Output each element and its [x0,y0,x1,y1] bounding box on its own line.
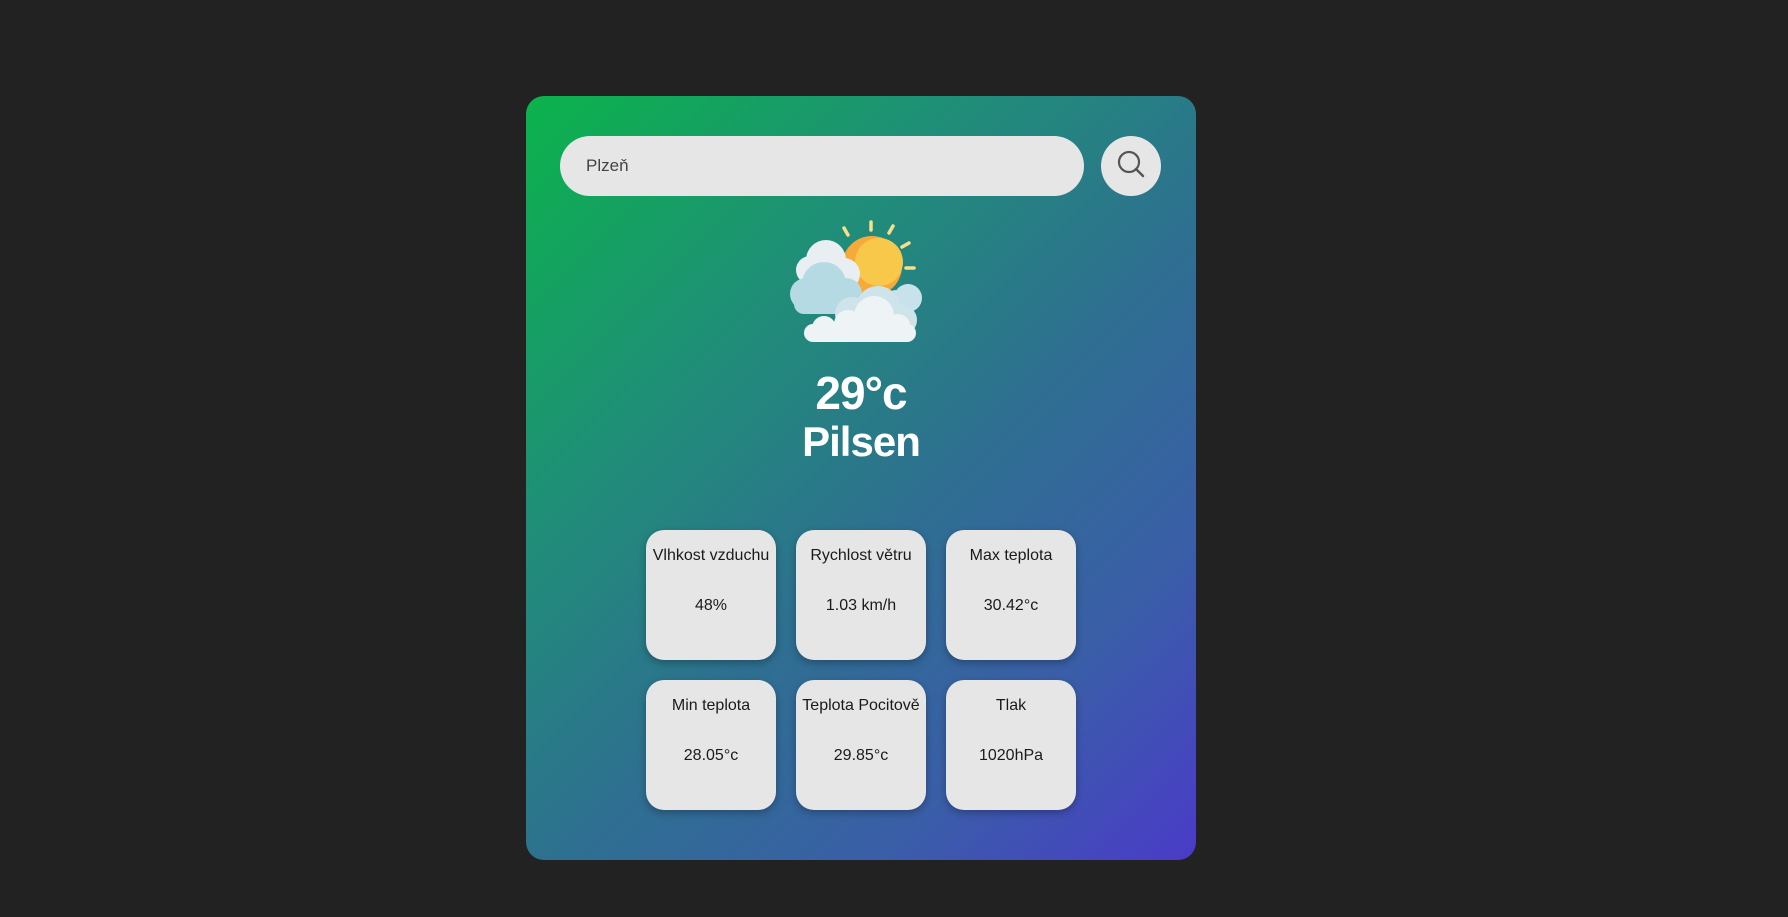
tile-label: Vlhkost vzduchu [652,547,770,564]
partly-cloudy-sun-icon [790,220,932,344]
tile-value: 28.05°c [683,747,739,764]
tile-value: 1020hPa [978,747,1044,764]
weather-card: 29°c Pilsen Vlhkost vzduchu 48% Rychlost… [526,96,1196,860]
city-name: Pilsen [802,418,921,465]
tile-wind-speed: Rychlost větru 1.03 km/h [796,530,926,660]
tile-min-temp: Min teplota 28.05°c [646,680,776,810]
search-icon [1116,149,1146,184]
tile-max-temp: Max teplota 30.42°c [946,530,1076,660]
tile-value: 30.42°c [983,597,1039,614]
tile-label: Tlak [995,697,1027,714]
tile-label: Min teplota [671,697,751,714]
temperature-display: 29°c [815,367,907,419]
tile-value: 29.85°c [833,747,889,764]
tile-value: 1.03 km/h [825,597,897,614]
tile-label: Teplota Pocitově [802,697,920,714]
tile-pressure: Tlak 1020hPa [946,680,1076,810]
tile-feels-like: Teplota Pocitově 29.85°c [796,680,926,810]
tile-label: Max teplota [969,547,1053,564]
search-button[interactable] [1101,136,1161,196]
tile-value: 48% [694,597,728,614]
search-input[interactable] [560,136,1084,196]
tile-label: Rychlost větru [810,547,912,564]
tile-humidity: Vlhkost vzduchu 48% [646,530,776,660]
